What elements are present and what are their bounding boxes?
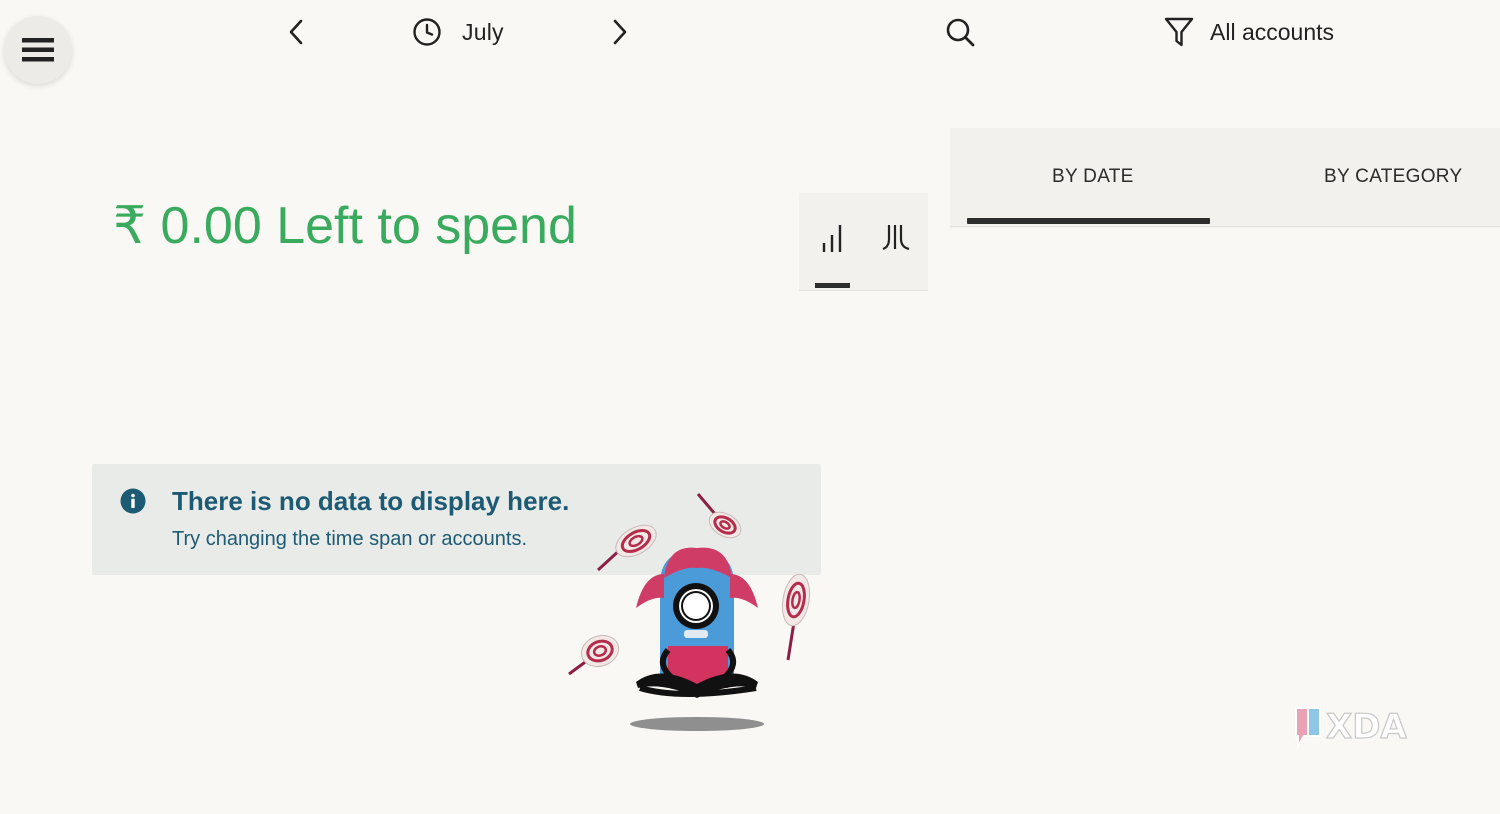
lollipop-icon xyxy=(696,493,742,539)
hamburger-menu-icon xyxy=(22,38,54,62)
app-root: July All accounts ₹ 0.00 Left to spend B… xyxy=(0,0,1500,814)
amount-caption: Left to spend xyxy=(276,197,577,255)
view-tabs: BY DATE BY CATEGORY xyxy=(950,128,1500,227)
prev-month-button[interactable] xyxy=(282,17,312,47)
left-to-spend: ₹ 0.00 Left to spend xyxy=(113,196,577,256)
chart-mode-indicator xyxy=(815,283,850,288)
empty-state-subtitle: Try changing the time span or accounts. xyxy=(172,528,527,550)
active-tab-indicator xyxy=(967,218,1210,224)
tab-by-date[interactable]: BY DATE xyxy=(1052,166,1134,188)
chart-mode-toggle xyxy=(799,193,928,291)
accounts-label: All accounts xyxy=(1210,18,1335,45)
bar-chart-split-icon[interactable] xyxy=(879,219,913,255)
filter-funnel-icon xyxy=(1164,17,1194,47)
bar-chart-icon[interactable] xyxy=(815,219,849,255)
currency-symbol: ₹ xyxy=(113,197,147,255)
month-label: July xyxy=(462,18,504,45)
juggling-monster-illustration xyxy=(568,493,811,731)
menu-button[interactable] xyxy=(4,16,72,84)
info-icon xyxy=(120,488,146,514)
empty-state-title: There is no data to display here. xyxy=(172,486,570,516)
amount-value: 0.00 xyxy=(160,197,262,255)
lollipop-icon xyxy=(568,634,620,676)
tab-by-category[interactable]: BY CATEGORY xyxy=(1324,166,1462,188)
period-selector[interactable]: July xyxy=(412,16,504,48)
xda-brand-text: XDA xyxy=(1326,707,1407,747)
accounts-filter[interactable]: All accounts xyxy=(1164,15,1334,49)
lollipop-icon xyxy=(781,573,811,661)
clock-icon xyxy=(413,18,441,46)
next-month-button[interactable] xyxy=(604,17,634,47)
lollipop-icon xyxy=(596,524,657,572)
search-icon[interactable] xyxy=(944,16,976,48)
xda-watermark-logo: XDA xyxy=(1295,706,1408,750)
